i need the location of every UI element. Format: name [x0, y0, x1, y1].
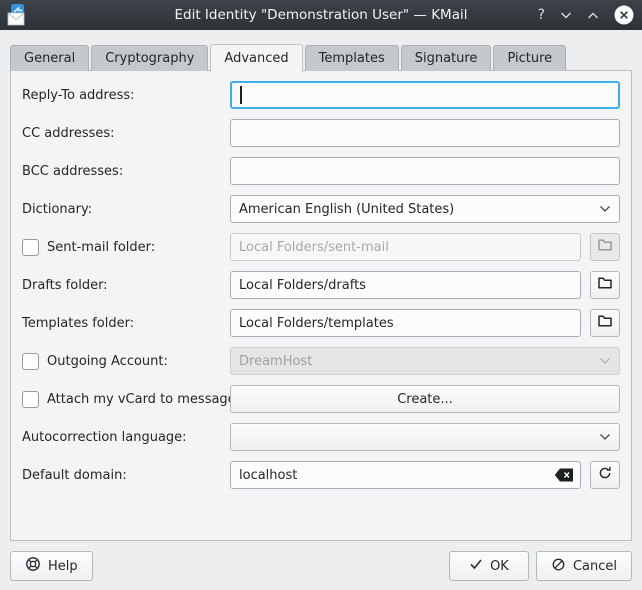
vcard-label: Attach my vCard to message — [47, 392, 236, 407]
drafts-folder-input[interactable] — [230, 271, 581, 299]
cc-label: CC addresses: — [22, 126, 115, 141]
ok-button-label: OK — [490, 559, 509, 574]
outgoing-account-row: Outgoing Account: DreamHost — [22, 347, 620, 375]
maximize-icon[interactable] — [587, 11, 599, 20]
templates-label: Templates folder: — [22, 316, 134, 331]
tab-picture[interactable]: Picture — [493, 45, 566, 71]
titlebar: Edit Identity "Demonstration User" — KMa… — [0, 0, 642, 30]
cc-row: CC addresses: — [22, 119, 620, 147]
vcard-row: Attach my vCard to message Create... — [22, 385, 620, 413]
drafts-folder-picker-button[interactable] — [590, 271, 620, 299]
chevron-down-icon — [599, 354, 611, 369]
refresh-button[interactable] — [590, 461, 620, 489]
drafts-row: Drafts folder: — [22, 271, 620, 299]
minimize-icon[interactable] — [560, 11, 572, 20]
reply-to-row: Reply-To address: — [22, 81, 620, 109]
bcc-label: BCC addresses: — [22, 164, 123, 179]
close-icon[interactable] — [614, 5, 634, 25]
outgoing-account-combobox: DreamHost — [230, 347, 620, 375]
sent-mail-row: Sent-mail folder: — [22, 233, 620, 261]
drafts-label: Drafts folder: — [22, 278, 108, 293]
autocorrection-combobox[interactable] — [230, 423, 620, 451]
dialog-button-box: Help OK Cancel — [10, 551, 632, 581]
cancel-button[interactable]: Cancel — [536, 551, 632, 581]
sent-mail-label: Sent-mail folder: — [47, 240, 155, 255]
templates-folder-input[interactable] — [230, 309, 581, 337]
default-domain-row: Default domain: — [22, 461, 620, 489]
outgoing-account-value: DreamHost — [239, 354, 599, 369]
dictionary-combobox[interactable]: American English (United States) — [230, 195, 620, 223]
refresh-icon — [597, 465, 613, 485]
help-button[interactable]: Help — [10, 551, 93, 581]
cc-input[interactable] — [230, 119, 620, 147]
tab-advanced[interactable]: Advanced — [210, 44, 302, 72]
templates-folder-picker-button[interactable] — [590, 309, 620, 337]
help-titlebar-button[interactable]: ? — [538, 7, 545, 23]
help-button-label: Help — [48, 559, 78, 574]
dictionary-value: American English (United States) — [239, 202, 599, 217]
tab-templates[interactable]: Templates — [305, 45, 399, 71]
check-icon — [469, 558, 483, 574]
autocorrection-label: Autocorrection language: — [22, 430, 187, 445]
tab-bar: General Cryptography Advanced Templates … — [10, 43, 568, 71]
help-lifering-icon — [25, 556, 41, 576]
bcc-input[interactable] — [230, 157, 620, 185]
sent-mail-folder-input — [230, 233, 581, 261]
clear-text-icon[interactable] — [554, 468, 574, 486]
folder-icon — [597, 237, 613, 257]
folder-icon — [597, 275, 613, 295]
cancel-prohibition-icon — [551, 557, 566, 576]
create-vcard-button[interactable]: Create... — [230, 385, 620, 413]
tab-cryptography[interactable]: Cryptography — [91, 45, 208, 71]
advanced-tab-panel: Reply-To address: CC addresses: BCC addr… — [10, 70, 632, 541]
reply-to-input[interactable] — [230, 81, 620, 109]
outgoing-account-checkbox[interactable] — [22, 353, 39, 370]
tab-general[interactable]: General — [10, 45, 89, 71]
text-cursor — [240, 86, 242, 104]
sent-mail-folder-picker-button — [590, 233, 620, 261]
outgoing-account-label: Outgoing Account: — [47, 354, 168, 369]
dictionary-row: Dictionary: American English (United Sta… — [22, 195, 620, 223]
default-domain-label: Default domain: — [22, 468, 127, 483]
default-domain-input[interactable] — [230, 461, 581, 489]
reply-to-label: Reply-To address: — [22, 88, 135, 103]
dictionary-label: Dictionary: — [22, 202, 92, 217]
vcard-checkbox[interactable] — [22, 391, 39, 408]
sent-mail-checkbox[interactable] — [22, 239, 39, 256]
autocorrection-row: Autocorrection language: — [22, 423, 620, 451]
cancel-button-label: Cancel — [573, 559, 617, 574]
bcc-row: BCC addresses: — [22, 157, 620, 185]
folder-icon — [597, 313, 613, 333]
chevron-down-icon — [599, 202, 611, 217]
ok-button[interactable]: OK — [449, 551, 529, 581]
tab-signature[interactable]: Signature — [401, 45, 492, 71]
chevron-down-icon — [599, 430, 611, 445]
templates-row: Templates folder: — [22, 309, 620, 337]
